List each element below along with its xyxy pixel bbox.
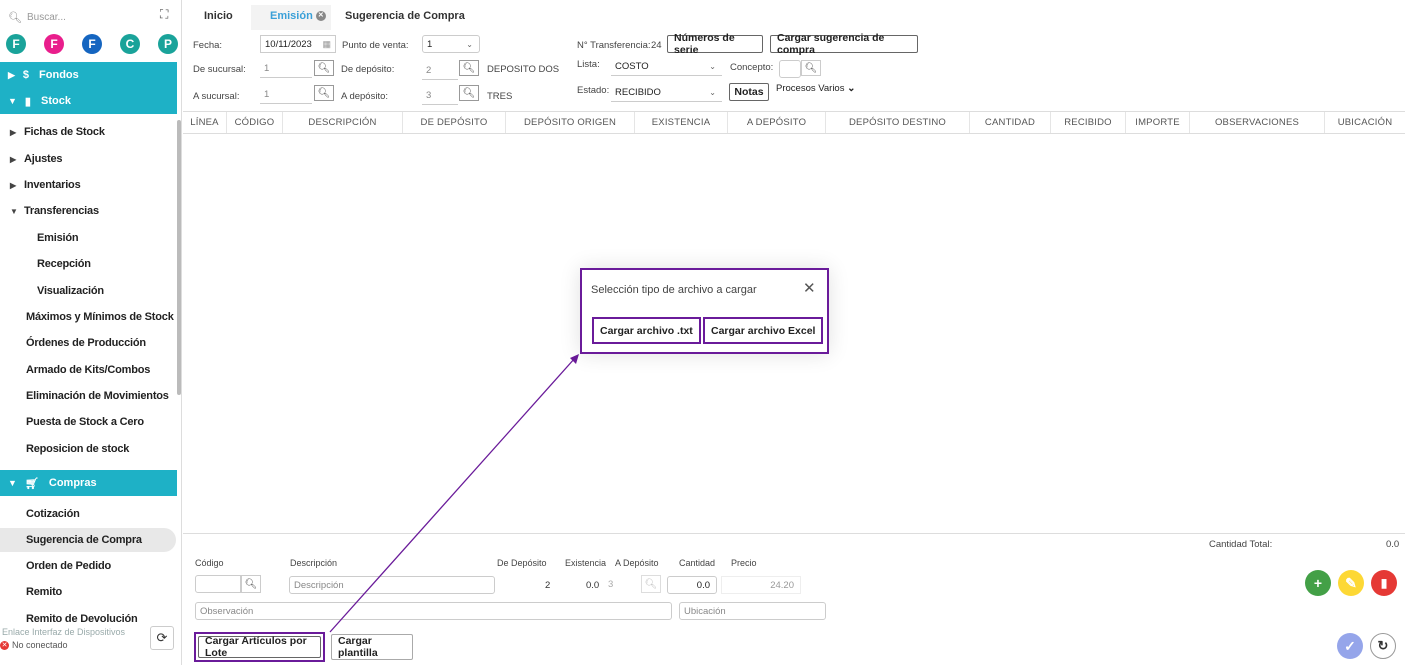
cargar-excel-label: Cargar archivo Excel xyxy=(711,324,816,337)
cargar-excel-button[interactable]: Cargar archivo Excel xyxy=(703,317,824,344)
cargar-txt-label: Cargar archivo .txt xyxy=(600,324,693,337)
file-type-modal: Selección tipo de archivo a cargar ✕ Car… xyxy=(580,268,829,354)
modal-title: Selección tipo de archivo a cargar xyxy=(591,284,757,296)
cargar-txt-button[interactable]: Cargar archivo .txt xyxy=(592,317,701,344)
close-icon[interactable]: ✕ xyxy=(803,279,816,297)
